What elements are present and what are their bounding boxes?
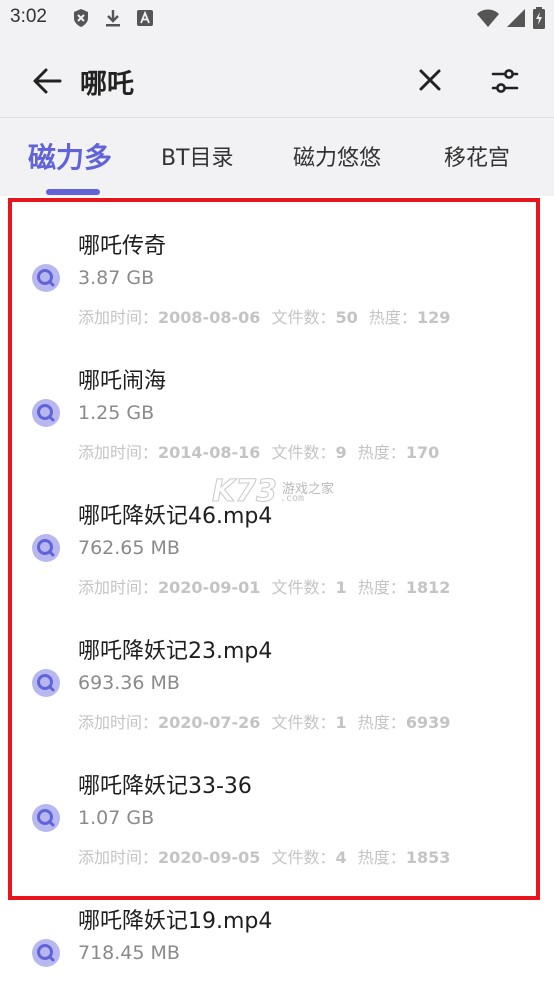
tab-ciliduo[interactable]: 磁力多 bbox=[28, 136, 112, 176]
results-list[interactable]: 哪吒传奇 3.87 GB 添加时间：2008-08-06 文件数：50 热度：1… bbox=[0, 196, 554, 984]
item-title: 哪吒降妖记23.mp4 bbox=[78, 639, 273, 664]
meta-label-added: 添加时间： bbox=[78, 848, 159, 867]
item-size: 3.87 GB bbox=[78, 267, 155, 289]
item-title: 哪吒降妖记33-36 bbox=[78, 774, 252, 799]
item-size: 718.45 MB bbox=[78, 942, 180, 964]
clear-search-icon[interactable] bbox=[416, 66, 444, 94]
meta-label-heat: 热度： bbox=[357, 848, 406, 867]
battery-charging-icon bbox=[532, 7, 546, 33]
search-query-text[interactable]: 哪吒 bbox=[80, 62, 134, 101]
status-notification-icons bbox=[72, 8, 154, 32]
meta-label-added: 添加时间： bbox=[78, 713, 159, 732]
meta-label-heat: 热度： bbox=[368, 308, 417, 327]
status-bar: 3:02 bbox=[0, 0, 554, 38]
meta-label-heat: 热度： bbox=[357, 713, 406, 732]
meta-files-value: 1 bbox=[335, 578, 347, 597]
item-meta: 添加时间：2014-08-16 文件数：9 热度：170 bbox=[78, 439, 439, 463]
app-notification-icon bbox=[136, 9, 154, 31]
magnet-search-icon bbox=[31, 668, 61, 698]
item-title: 哪吒闹海 bbox=[78, 369, 167, 394]
tab-ciliyouyou[interactable]: 磁力悠悠 bbox=[293, 140, 381, 172]
list-item[interactable]: 哪吒降妖记23.mp4 693.36 MB 添加时间：2020-07-26 文件… bbox=[0, 601, 554, 736]
item-meta: 添加时间：2020-09-01 文件数：1 热度：1812 bbox=[78, 574, 450, 598]
source-tabs: 磁力多 BT目录 磁力悠悠 移花宫 bbox=[0, 118, 554, 196]
meta-files-value: 1 bbox=[335, 713, 347, 732]
wifi-icon bbox=[476, 8, 500, 32]
meta-heat-value: 6939 bbox=[405, 713, 451, 732]
cellular-signal-icon bbox=[506, 8, 526, 32]
item-title: 哪吒降妖记46.mp4 bbox=[78, 504, 273, 529]
meta-label-added: 添加时间： bbox=[78, 308, 159, 327]
meta-heat-value: 1812 bbox=[405, 578, 451, 597]
meta-files-value: 4 bbox=[335, 848, 347, 867]
tab-bt-directory[interactable]: BT目录 bbox=[161, 140, 234, 172]
meta-added-value: 2014-08-16 bbox=[158, 443, 261, 462]
list-item[interactable]: 哪吒降妖记19.mp4 718.45 MB bbox=[0, 871, 554, 984]
meta-label-added: 添加时间： bbox=[78, 578, 159, 597]
meta-label-files: 文件数： bbox=[271, 578, 336, 597]
item-size: 762.65 MB bbox=[78, 537, 180, 559]
active-tab-indicator bbox=[46, 189, 100, 195]
meta-added-value: 2020-07-26 bbox=[158, 713, 261, 732]
magnet-search-icon bbox=[31, 533, 61, 563]
meta-files-value: 9 bbox=[335, 443, 347, 462]
tab-yihuagong[interactable]: 移花宫 bbox=[444, 140, 510, 172]
meta-added-value: 2008-08-06 bbox=[158, 308, 261, 327]
item-title: 哪吒传奇 bbox=[78, 234, 167, 259]
list-item[interactable]: 哪吒降妖记33-36 1.07 GB 添加时间：2020-09-05 文件数：4… bbox=[0, 736, 554, 871]
status-system-icons bbox=[476, 7, 546, 33]
item-size: 1.25 GB bbox=[78, 402, 155, 424]
meta-added-value: 2020-09-05 bbox=[158, 848, 261, 867]
meta-added-value: 2020-09-01 bbox=[158, 578, 261, 597]
meta-label-heat: 热度： bbox=[357, 443, 406, 462]
meta-label-heat: 热度： bbox=[357, 578, 406, 597]
meta-heat-value: 1853 bbox=[405, 848, 451, 867]
magnet-search-icon bbox=[31, 938, 61, 968]
item-size: 1.07 GB bbox=[78, 807, 155, 829]
download-icon bbox=[104, 8, 122, 32]
magnet-search-icon bbox=[31, 263, 61, 293]
list-item[interactable]: 哪吒降妖记46.mp4 762.65 MB 添加时间：2020-09-01 文件… bbox=[0, 466, 554, 601]
item-meta: 添加时间：2008-08-06 文件数：50 热度：129 bbox=[78, 304, 450, 328]
meta-heat-value: 170 bbox=[405, 443, 440, 462]
filter-sliders-icon[interactable] bbox=[490, 66, 520, 96]
meta-heat-value: 129 bbox=[416, 308, 451, 327]
status-time: 3:02 bbox=[10, 6, 47, 27]
meta-label-files: 文件数： bbox=[271, 848, 336, 867]
back-arrow-icon[interactable] bbox=[30, 64, 64, 98]
meta-label-files: 文件数： bbox=[271, 443, 336, 462]
meta-label-files: 文件数： bbox=[271, 308, 336, 327]
magnet-search-icon bbox=[31, 803, 61, 833]
meta-label-files: 文件数： bbox=[271, 713, 336, 732]
meta-label-added: 添加时间： bbox=[78, 443, 159, 462]
magnet-search-icon bbox=[31, 398, 61, 428]
meta-files-value: 50 bbox=[335, 308, 358, 327]
item-size: 693.36 MB bbox=[78, 672, 180, 694]
item-meta: 添加时间：2020-09-05 文件数：4 热度：1853 bbox=[78, 844, 450, 868]
item-title: 哪吒降妖记19.mp4 bbox=[78, 909, 273, 934]
shield-icon bbox=[72, 8, 90, 32]
item-meta: 添加时间：2020-07-26 文件数：1 热度：6939 bbox=[78, 709, 450, 733]
list-item[interactable]: 哪吒闹海 1.25 GB 添加时间：2014-08-16 文件数：9 热度：17… bbox=[0, 331, 554, 466]
list-item[interactable]: 哪吒传奇 3.87 GB 添加时间：2008-08-06 文件数：50 热度：1… bbox=[0, 196, 554, 331]
search-header: 哪吒 bbox=[0, 38, 554, 118]
